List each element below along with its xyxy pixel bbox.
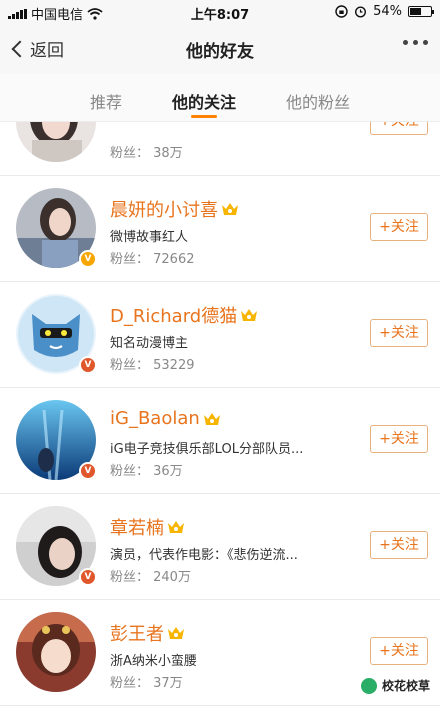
list-item[interactable]: V iG_Baolan iG电子竞技俱乐部LOL分部队员... 粉丝： 36万 … [0,388,440,494]
following-list[interactable]: 粉丝： 38万 +关注 V 晨妍的小讨喜 微 [0,122,440,708]
tab-following[interactable]: 他的关注 [172,74,236,121]
more-dot-icon [413,40,418,45]
user-description: 知名动漫博主 [110,336,189,351]
watermark-text: 校花校草 [381,679,430,693]
verified-badge-icon: V [79,250,97,268]
navigation-bar: 返回 他的好友 [0,24,440,74]
avatar[interactable] [16,122,96,162]
tab-bar: 推荐 他的关注 他的粉丝 [0,74,440,122]
verified-badge-icon: V [79,568,97,586]
user-description: 浙A纳米小蛮腰 [110,654,197,669]
list-item[interactable]: 粉丝： 38万 +关注 [0,122,440,176]
fans-count: 粉丝： 53229 [110,358,195,373]
alarm-icon [355,6,367,18]
list-item[interactable]: V 晨妍的小讨喜 微博故事红人 粉丝： 72662 +关注 [0,176,440,282]
list-item[interactable]: V D_Richard德猫 知名动漫博主 粉丝： 53229 +关注 [0,282,440,388]
more-dot-icon [403,40,408,45]
page-title: 他的好友 [186,42,254,62]
battery-icon [408,6,434,17]
user-description: 微博故事红人 [110,230,189,245]
status-right: 54% [335,4,434,19]
verified-badge-icon: V [79,356,97,374]
crown-icon [168,521,184,533]
list-item[interactable]: V 章若楠 演员，代表作电影：《悲伤逆流... 粉丝： 240万 +关注 [0,494,440,600]
watermark: 校花校草 [356,675,434,696]
user-name[interactable]: 晨妍的小讨喜 [110,196,239,222]
follow-button[interactable]: +关注 [370,122,428,135]
fans-count: 粉丝： 36万 [110,464,183,479]
follow-button[interactable]: +关注 [370,319,428,347]
more-dot-icon [423,40,428,45]
fans-count: 粉丝： 37万 [110,676,183,691]
fans-count: 粉丝： 72662 [110,252,195,267]
tab-recommend[interactable]: 推荐 [90,74,122,121]
crown-icon [203,412,220,425]
tab-followers[interactable]: 他的粉丝 [286,74,350,121]
user-description: iG电子竞技俱乐部LOL分部队员... [110,442,304,457]
user-name[interactable]: 章若楠 [110,514,185,540]
verified-badge-icon: V [79,462,97,480]
follow-button[interactable]: +关注 [370,213,428,241]
crown-icon [168,627,184,639]
avatar[interactable] [16,612,96,692]
battery-percent: 54% [373,4,402,19]
user-name[interactable]: 彭王者 [110,620,185,646]
status-bar: 中国电信 上午8:07 54% [0,0,440,24]
follow-button[interactable]: +关注 [370,637,428,665]
more-button[interactable] [403,40,428,45]
wechat-logo-icon [360,677,377,694]
user-name[interactable]: iG_Baolan [110,408,221,429]
crown-icon [241,309,258,321]
follow-button[interactable]: +关注 [370,425,428,453]
rotation-lock-icon [335,5,348,18]
user-name[interactable]: D_Richard德猫 [110,302,258,328]
fans-count: 粉丝： 240万 [110,570,191,585]
follow-button[interactable]: +关注 [370,531,428,559]
fans-count: 粉丝： 38万 [110,146,183,161]
user-description: 演员，代表作电影：《悲伤逆流... [110,548,298,563]
crown-icon [222,203,238,215]
